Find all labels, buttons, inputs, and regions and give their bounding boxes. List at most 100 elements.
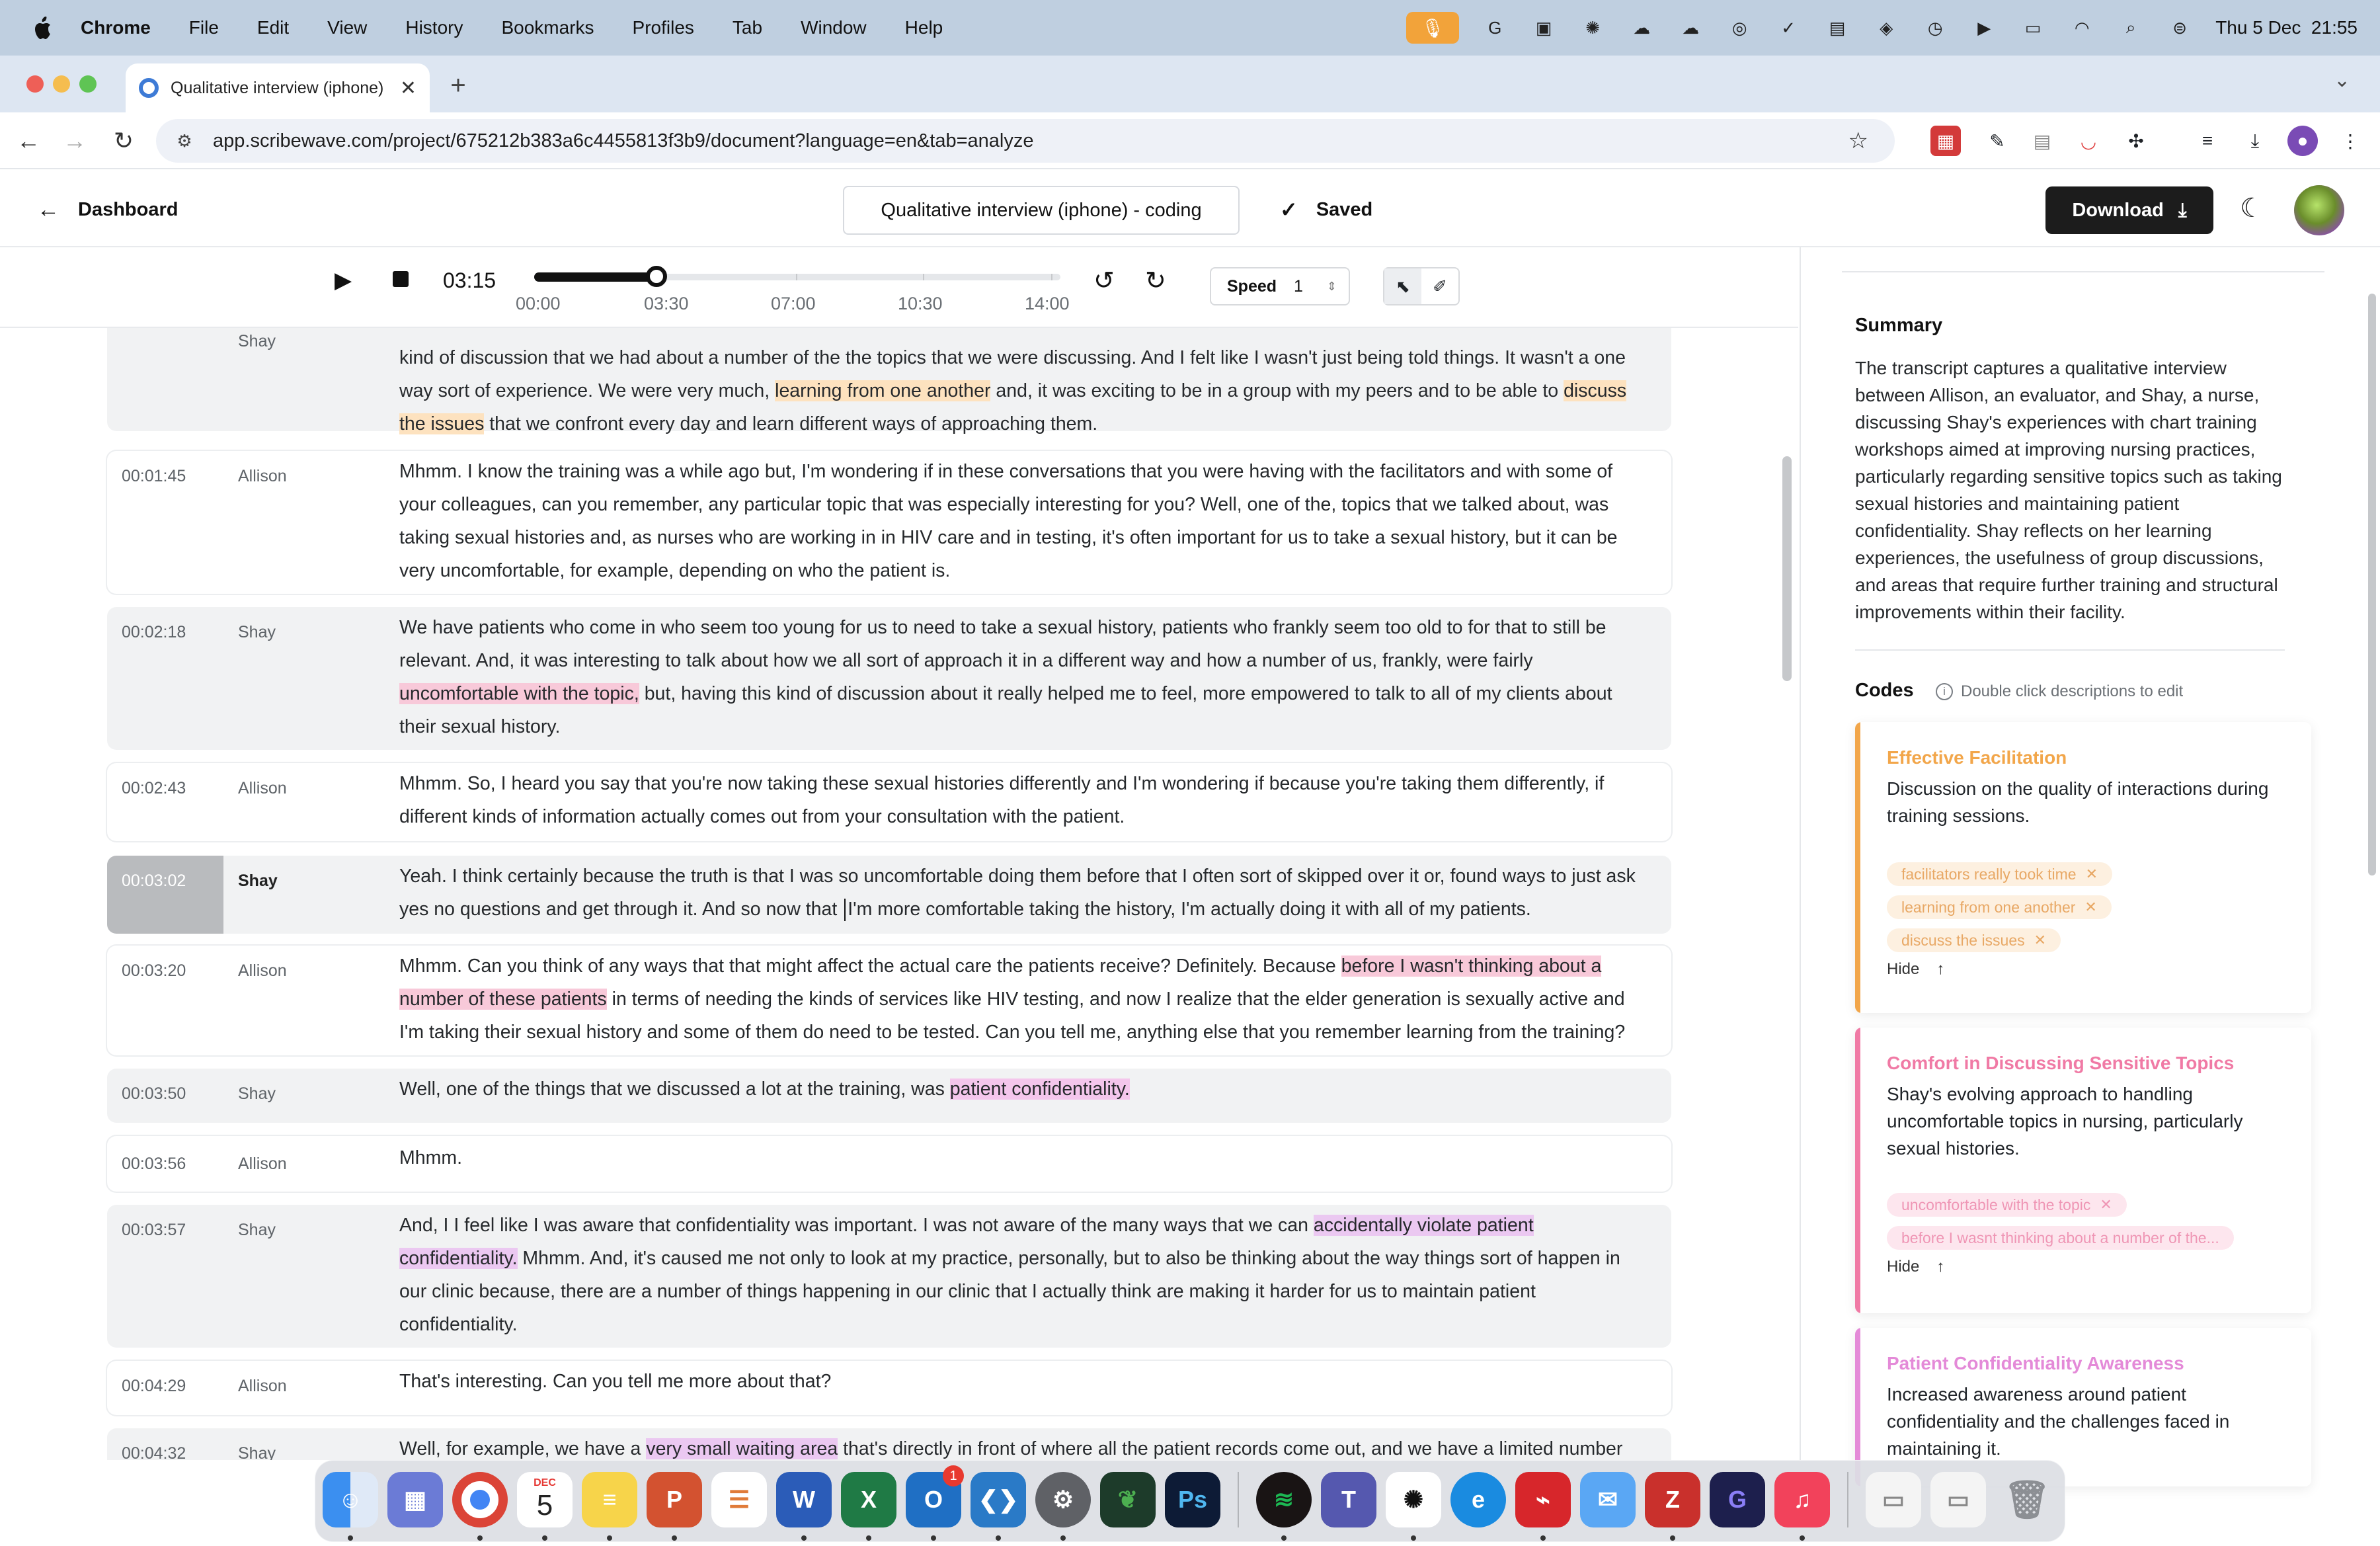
select-cursor-icon[interactable]: ⬉ — [1384, 268, 1421, 304]
speed-select[interactable]: Speed 1 ⇕ — [1210, 267, 1350, 305]
menu-file[interactable]: File — [189, 17, 219, 38]
address-bar[interactable]: ⚙ app.scribewave.com/project/675212b383a… — [156, 119, 1895, 163]
segment-timestamp[interactable]: 00:03:02 — [122, 872, 186, 891]
highlighter-pen-icon[interactable]: ✐ — [1421, 268, 1458, 304]
code-description[interactable]: Discussion on the quality of interaction… — [1887, 775, 2290, 829]
grammarly-icon[interactable]: G — [1482, 15, 1508, 41]
highlight-effective-facilitation[interactable]: the issues — [399, 413, 485, 434]
site-settings-icon[interactable]: ⚙ — [173, 130, 196, 152]
vscode-icon[interactable]: ❮❯ — [971, 1472, 1026, 1527]
wifi-icon[interactable]: ◠ — [2069, 15, 2095, 41]
segment-text[interactable]: Well, for example, we have a very small … — [399, 1432, 1641, 1460]
segment-text[interactable]: Yeah. I think certainly because the trut… — [399, 860, 1641, 926]
filezilla-icon[interactable]: Z — [1645, 1472, 1700, 1527]
menu-help[interactable]: Help — [905, 17, 943, 38]
close-tab-icon[interactable]: ✕ — [400, 77, 416, 100]
segment-timestamp[interactable]: 00:02:18 — [122, 623, 186, 642]
code-chip[interactable]: discuss the issues ✕ — [1887, 928, 2061, 952]
remove-chip-icon[interactable]: ✕ — [2086, 866, 2098, 883]
downloads-icon[interactable]: ⤓ — [2240, 126, 2270, 156]
code-description[interactable]: Shay's evolving approach to handling unc… — [1887, 1080, 2290, 1162]
transcript-segment[interactable]: 00:04:29 Allison That's interesting. Can… — [107, 1361, 1671, 1415]
segment-timestamp[interactable]: 00:04:29 — [122, 1377, 186, 1396]
extension-pen-icon[interactable]: ✎ — [1982, 126, 2012, 156]
transcript-scrollbar[interactable] — [1782, 456, 1792, 681]
menu-edit[interactable]: Edit — [257, 17, 289, 38]
segment-text[interactable]: That's interesting. Can you tell me more… — [399, 1365, 1641, 1398]
transcript-segment[interactable]: 00:04:32 Shay Well, for example, we have… — [107, 1428, 1671, 1460]
apple-icon[interactable] — [26, 9, 61, 46]
spotify-icon[interactable]: ≋ — [1256, 1472, 1312, 1527]
extension-doc-icon[interactable]: ▤ — [2027, 126, 2057, 156]
menu-history[interactable]: History — [405, 17, 463, 38]
time-machine-icon[interactable]: ◷ — [1922, 15, 1948, 41]
menu-bookmarks[interactable]: Bookmarks — [501, 17, 594, 38]
system-settings-icon[interactable]: ⚙ — [1035, 1472, 1091, 1527]
creative-cloud-icon[interactable]: ◎ — [1726, 15, 1753, 41]
chrome-menu-icon[interactable]: ⋮ — [2335, 126, 2365, 156]
new-tab-icon[interactable]: + — [442, 69, 475, 102]
stop-icon[interactable] — [393, 271, 409, 287]
rewind-10-icon[interactable]: ↺ — [1093, 266, 1115, 296]
documents-stack-icon[interactable]: ▭ — [1930, 1472, 1986, 1527]
search-icon[interactable]: ⌕ — [2118, 15, 2144, 41]
code-chip[interactable]: facilitators really took time ✕ — [1887, 862, 2113, 886]
mail-icon[interactable]: ✉ — [1580, 1472, 1636, 1527]
forward-10-icon[interactable]: ↻ — [1145, 266, 1166, 296]
menu-view[interactable]: View — [327, 17, 367, 38]
segment-timestamp[interactable]: 00:04:32 — [122, 1444, 186, 1460]
transcript-segment[interactable]: 00:03:50 Shay Well, one of the things th… — [107, 1069, 1671, 1123]
screenshot-icon[interactable]: ▣ — [1530, 15, 1557, 41]
segment-text[interactable]: And, I I feel like I was aware that conf… — [399, 1209, 1641, 1341]
clipboard-icon[interactable]: ▤ — [1824, 15, 1850, 41]
segment-text[interactable]: kind of discussion that we had about a n… — [399, 341, 1641, 440]
mongodb-icon[interactable]: ❦ — [1100, 1472, 1156, 1527]
segment-timestamp[interactable]: 00:01:45 — [122, 467, 186, 486]
segment-text[interactable]: Mhmm. So, I heard you say that you're no… — [399, 767, 1641, 833]
segment-timestamp[interactable]: 00:02:43 — [122, 779, 186, 798]
segment-text[interactable]: Mhmm. — [399, 1141, 1641, 1174]
segment-text[interactable]: Mhmm. Can you think of any ways that tha… — [399, 950, 1641, 1049]
profile-avatar-icon[interactable]: ● — [2287, 126, 2318, 156]
summary-text[interactable]: The transcript captures a qualitative in… — [1855, 354, 2298, 626]
remove-chip-icon[interactable]: ✕ — [2034, 932, 2046, 949]
download-button[interactable]: Download ⤓ — [2045, 186, 2213, 234]
media-controls-icon[interactable]: ≡ — [2192, 126, 2223, 156]
reminders-icon[interactable]: ☰ — [711, 1472, 767, 1527]
segment-timestamp[interactable]: 00:03:56 — [122, 1155, 186, 1174]
notes-icon[interactable]: ≡ — [582, 1472, 637, 1527]
menubar-datetime[interactable]: Thu 5 Dec 21:55 — [2215, 17, 2358, 38]
transcript-segment[interactable]: Shay kind of discussion that we had abou… — [107, 328, 1671, 434]
chatgpt-icon[interactable]: ✺ — [1386, 1472, 1441, 1527]
window-zoom-button[interactable] — [79, 75, 97, 93]
openai-icon[interactable]: ✺ — [1579, 15, 1606, 41]
word-icon[interactable]: W — [776, 1472, 832, 1527]
code-title[interactable]: Effective Facilitation — [1887, 747, 2067, 768]
launchpad-icon[interactable]: ▦ — [387, 1472, 443, 1527]
cloud-icon[interactable]: ☁ — [1677, 15, 1704, 41]
code-card-effective-facilitation[interactable]: Effective Facilitation Discussion on the… — [1855, 722, 2311, 1013]
segment-text[interactable]: Mhmm. I know the training was a while ag… — [399, 455, 1641, 587]
bookmark-star-icon[interactable]: ☆ — [1848, 128, 1868, 154]
checkmark-icon[interactable]: ✓ — [1775, 15, 1802, 41]
transcript-segment-active[interactable]: 00:03:02 Shay Yeah. I think certainly be… — [107, 856, 1671, 934]
highlight-sensitive-topics[interactable]: uncomfortable with the topic, — [399, 683, 639, 704]
remove-chip-icon[interactable]: ✕ — [2100, 1196, 2112, 1213]
teams-icon[interactable]: T — [1321, 1472, 1376, 1527]
play-circle-icon[interactable]: ▶ — [1971, 15, 1997, 41]
microphone-icon[interactable]: 🎙 — [1406, 12, 1460, 44]
window-minimize-button[interactable] — [53, 75, 70, 93]
hide-toggle[interactable]: Hide ↑ — [1887, 960, 1944, 979]
transcript-segment[interactable]: 00:01:45 Allison Mhmm. I know the traini… — [107, 451, 1671, 594]
edge-icon[interactable]: e — [1450, 1472, 1506, 1527]
chrome-icon[interactable] — [452, 1472, 508, 1527]
menu-app-chrome[interactable]: Chrome — [81, 17, 151, 38]
cloud-sync-icon[interactable]: ☁ — [1628, 15, 1655, 41]
segment-text[interactable]: Well, one of the things that we discusse… — [399, 1073, 1641, 1106]
code-chip[interactable]: uncomfortable with the topic ✕ — [1887, 1193, 2127, 1217]
acrobat-icon[interactable]: ⌁ — [1515, 1472, 1571, 1527]
highlight-effective-facilitation[interactable]: learning from one another — [775, 380, 991, 401]
transcript-segment[interactable]: 00:03:20 Allison Mhmm. Can you think of … — [107, 946, 1671, 1055]
transcript-segment[interactable]: 00:02:18 Shay We have patients who come … — [107, 607, 1671, 750]
code-description[interactable]: Increased awareness around patient confi… — [1887, 1381, 2290, 1462]
